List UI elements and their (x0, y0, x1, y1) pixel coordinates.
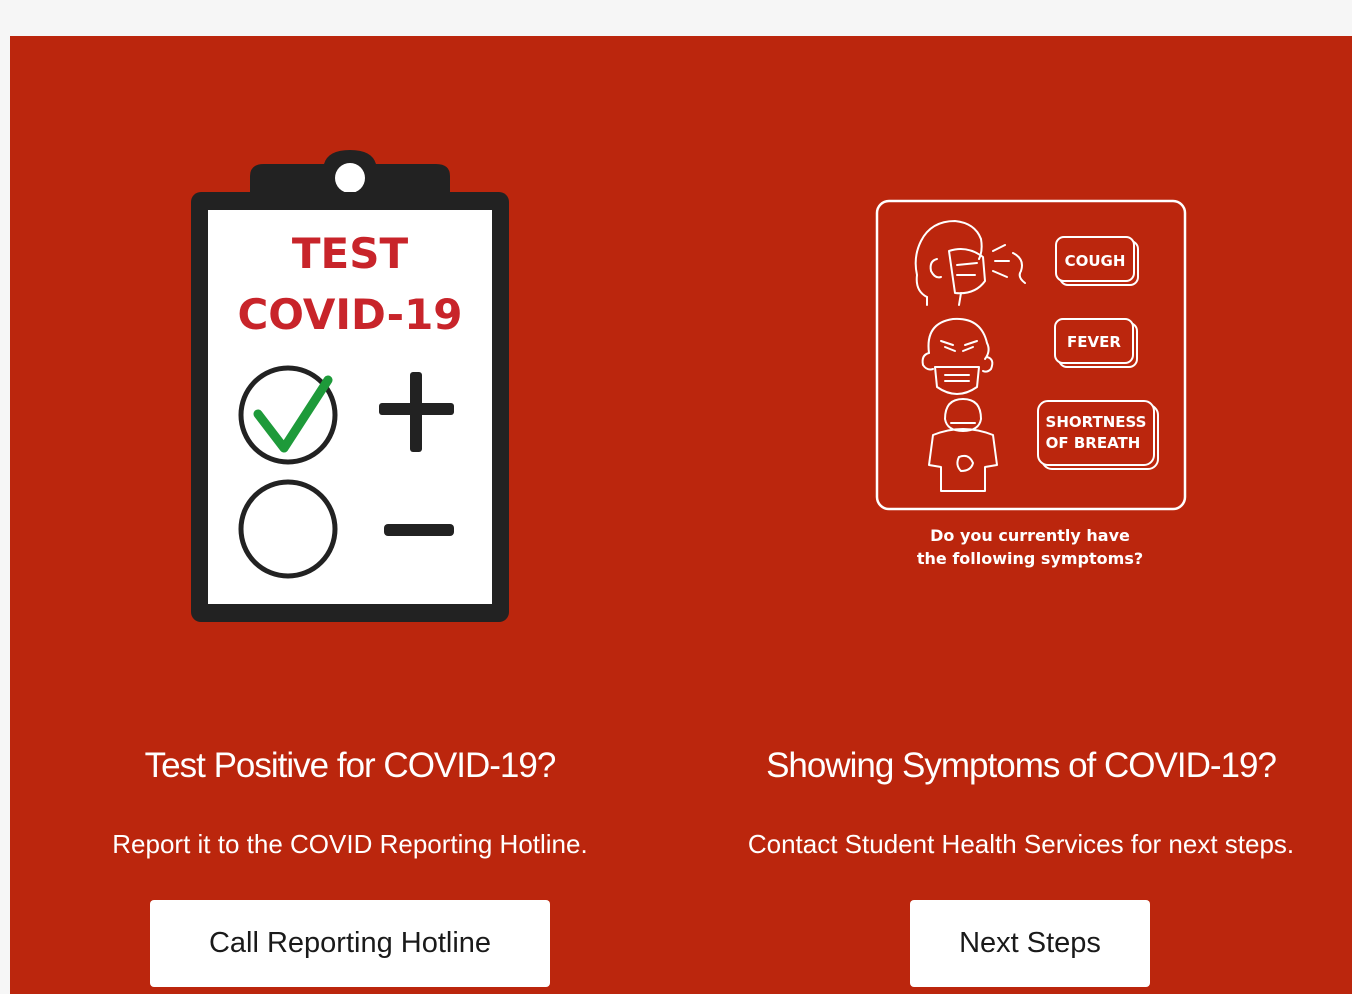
covid-info-panel: TEST COVID-19 Test Positive for COVID-19… (10, 36, 1352, 994)
cough-person-icon (914, 220, 1026, 306)
fever-label: FEVER (1054, 318, 1138, 368)
svg-text:FEVER: FEVER (1067, 333, 1121, 351)
test-positive-description: Report it to the COVID Reporting Hotline… (112, 829, 588, 859)
symptoms-section: COUGH FEVER SHORTNESS OF BREATH Do you c… (690, 36, 1352, 994)
symptoms-description: Contact Student Health Services for next… (747, 829, 1295, 859)
symptoms-question-line2: the following symptoms? (917, 549, 1143, 568)
symptoms-illustration: COUGH FEVER SHORTNESS OF BREATH Do you c… (875, 199, 1187, 579)
shortness-of-breath-label: SHORTNESS OF BREATH (1037, 400, 1159, 470)
clipboard-line2: COVID-19 (237, 290, 462, 339)
breathless-person-icon (928, 398, 998, 492)
fever-person-icon (921, 317, 994, 395)
symptoms-question-line1: Do you currently have (930, 526, 1130, 545)
test-positive-section: TEST COVID-19 Test Positive for COVID-19… (10, 36, 690, 994)
svg-text:SHORTNESS: SHORTNESS (1046, 413, 1147, 431)
test-positive-heading: Test Positive for COVID-19? (144, 746, 557, 785)
svg-text:OF BREATH: OF BREATH (1046, 434, 1141, 452)
cough-label: COUGH (1055, 236, 1139, 286)
call-reporting-hotline-button[interactable]: Call Reporting Hotline (150, 900, 550, 987)
clipboard-line1: TEST (292, 229, 409, 278)
svg-text:COUGH: COUGH (1065, 252, 1126, 270)
symptoms-heading: Showing Symptoms of COVID-19? (766, 746, 1277, 785)
clipboard-test-icon: TEST COVID-19 (188, 146, 512, 626)
next-steps-button[interactable]: Next Steps (910, 900, 1150, 987)
minus-icon (384, 524, 454, 536)
